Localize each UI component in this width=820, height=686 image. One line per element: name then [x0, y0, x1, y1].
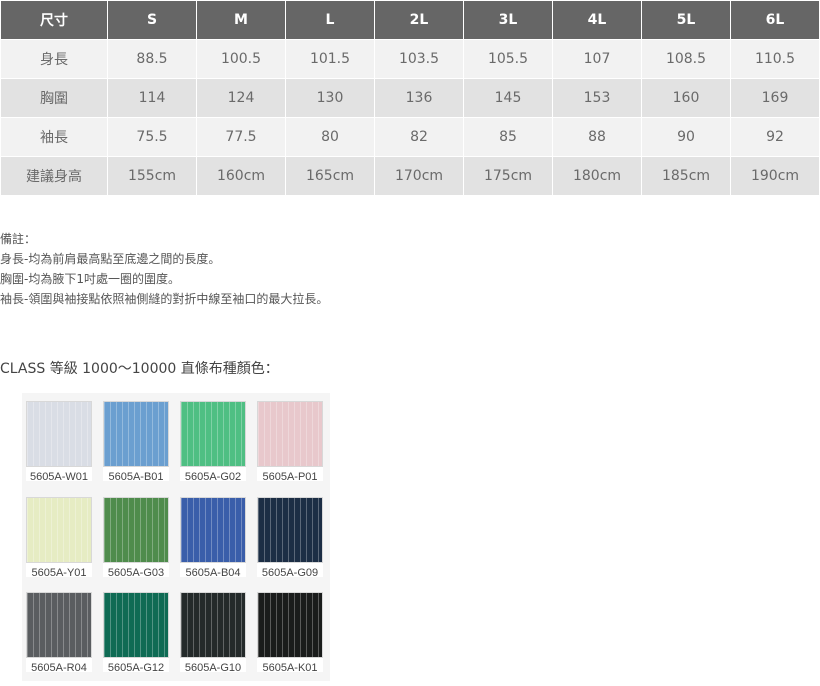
color-section-title: CLASS 等級 1000～10000 直條布種顏色：	[0, 361, 279, 377]
fabric-swatch: 5605A-K01	[257, 592, 323, 674]
size-value-cell: 169	[730, 78, 820, 118]
size-header-label: 尺寸	[0, 0, 108, 40]
fabric-code-label: 5605A-B04	[185, 567, 241, 579]
fabric-code-label: 5605A-W01	[29, 471, 89, 483]
size-header-4l: 4L	[552, 0, 642, 40]
size-value-cell: 124	[196, 78, 286, 118]
fabric-swatch: 5605A-G09	[257, 497, 323, 579]
size-value-cell: 92	[730, 117, 820, 157]
size-value-cell: 77.5	[196, 117, 286, 157]
size-value-cell: 90	[641, 117, 731, 157]
fabric-color-chip	[180, 592, 246, 658]
fabric-swatch: 5605A-R04	[26, 592, 92, 674]
fabric-color-chip	[180, 401, 246, 467]
size-value-cell: 165cm	[285, 156, 375, 196]
fabric-color-chip	[257, 401, 323, 467]
size-value-cell: 108.5	[641, 39, 731, 79]
fabric-code-label: 5605A-K01	[262, 662, 318, 674]
fabric-swatch: 5605A-G02	[180, 401, 246, 483]
row-label: 袖長	[0, 117, 108, 157]
size-table-body: 身長 88.5 100.5 101.5 103.5 105.5 107 108.5 110.5 胸…	[0, 39, 820, 196]
size-value-cell: 80	[285, 117, 375, 157]
fabric-code-label: 5605A-Y01	[31, 567, 87, 579]
notes-title: 備註：	[0, 232, 37, 246]
size-chart-table: 尺寸 S M L 2L 3L 4L 5L 6L 身長 88.5 100.5 101.5…	[0, 0, 820, 196]
size-header-6l: 6L	[730, 0, 820, 40]
size-value-cell: 145	[463, 78, 553, 118]
size-value-cell: 107	[552, 39, 642, 79]
size-value-cell: 160	[641, 78, 731, 118]
size-value-cell: 100.5	[196, 39, 286, 79]
row-label: 胸圍	[0, 78, 108, 118]
size-value-cell: 110.5	[730, 39, 820, 79]
size-header-3l: 3L	[463, 0, 553, 40]
fabric-swatch: 5605A-B01	[103, 401, 169, 483]
size-header-2l: 2L	[374, 0, 464, 40]
size-value-cell: 75.5	[107, 117, 197, 157]
size-table-row: 身長 88.5 100.5 101.5 103.5 105.5 107 108.5 110.5	[0, 39, 820, 79]
fabric-code-label: 5605A-G10	[184, 662, 242, 674]
row-label: 建議身高	[0, 156, 108, 196]
size-value-cell: 130	[285, 78, 375, 118]
size-value-cell: 101.5	[285, 39, 375, 79]
size-value-cell: 160cm	[196, 156, 286, 196]
size-value-cell: 136	[374, 78, 464, 118]
size-value-cell: 185cm	[641, 156, 731, 196]
fabric-code-label: 5605A-B01	[108, 471, 164, 483]
fabric-code-label: 5605A-G03	[107, 567, 165, 579]
size-header-s: S	[107, 0, 197, 40]
fabric-swatch: 5605A-B04	[180, 497, 246, 579]
fabric-color-chip	[26, 592, 92, 658]
size-value-cell: 155cm	[107, 156, 197, 196]
size-value-cell: 180cm	[552, 156, 642, 196]
size-value-cell: 103.5	[374, 39, 464, 79]
size-header-m: M	[196, 0, 286, 40]
size-table-row: 胸圍 114 124 130 136 145 153 160 169	[0, 78, 820, 118]
fabric-code-label: 5605A-G02	[184, 471, 242, 483]
size-value-cell: 175cm	[463, 156, 553, 196]
fabric-color-chip	[103, 497, 169, 563]
fabric-code-label: 5605A-R04	[31, 662, 87, 674]
size-header-5l: 5L	[641, 0, 731, 40]
notes-block: 備註： 身長-均為前肩最高點至底邊之間的長度。 胸圍-均為腋下1吋處一圈的圍度。…	[0, 229, 328, 309]
note-line-length: 身長-均為前肩最高點至底邊之間的長度。	[0, 252, 221, 266]
size-value-cell: 85	[463, 117, 553, 157]
fabric-swatch: 5605A-W01	[26, 401, 92, 483]
fabric-swatch: 5605A-Y01	[26, 497, 92, 579]
fabric-color-chip	[103, 592, 169, 658]
note-line-chest: 胸圍-均為腋下1吋處一圈的圍度。	[0, 272, 180, 286]
size-table-row: 建議身高 155cm 160cm 165cm 170cm 175cm 180cm 185cm 1…	[0, 156, 820, 196]
fabric-color-chip	[103, 401, 169, 467]
fabric-color-chip	[257, 497, 323, 563]
size-value-cell: 82	[374, 117, 464, 157]
size-value-cell: 105.5	[463, 39, 553, 79]
fabric-code-label: 5605A-P01	[262, 471, 318, 483]
note-line-sleeve: 袖長-領圍與袖接點依照袖側縫的對折中線至袖口的最大拉長。	[0, 292, 329, 306]
fabric-color-chip	[257, 592, 323, 658]
size-value-cell: 88.5	[107, 39, 197, 79]
size-header-l: L	[285, 0, 375, 40]
fabric-code-label: 5605A-G12	[107, 662, 165, 674]
fabric-color-chip	[180, 497, 246, 563]
fabric-swatch: 5605A-P01	[257, 401, 323, 483]
size-value-cell: 170cm	[374, 156, 464, 196]
fabric-swatch: 5605A-G10	[180, 592, 246, 674]
row-label: 身長	[0, 39, 108, 79]
color-swatch-grid: 5605A-W01 5605A-B01 5605A-G02 5605A-P01 5605…	[22, 393, 330, 681]
fabric-swatch: 5605A-G03	[103, 497, 169, 579]
size-value-cell: 114	[107, 78, 197, 118]
size-value-cell: 88	[552, 117, 642, 157]
fabric-color-chip	[26, 497, 92, 563]
size-header-row: 尺寸 S M L 2L 3L 4L 5L 6L	[0, 0, 820, 40]
fabric-swatch: 5605A-G12	[103, 592, 169, 674]
size-table-row: 袖長 75.5 77.5 80 82 85 88 90 92	[0, 117, 820, 157]
fabric-code-label: 5605A-G09	[261, 567, 319, 579]
size-value-cell: 153	[552, 78, 642, 118]
fabric-color-chip	[26, 401, 92, 467]
size-value-cell: 190cm	[730, 156, 820, 196]
